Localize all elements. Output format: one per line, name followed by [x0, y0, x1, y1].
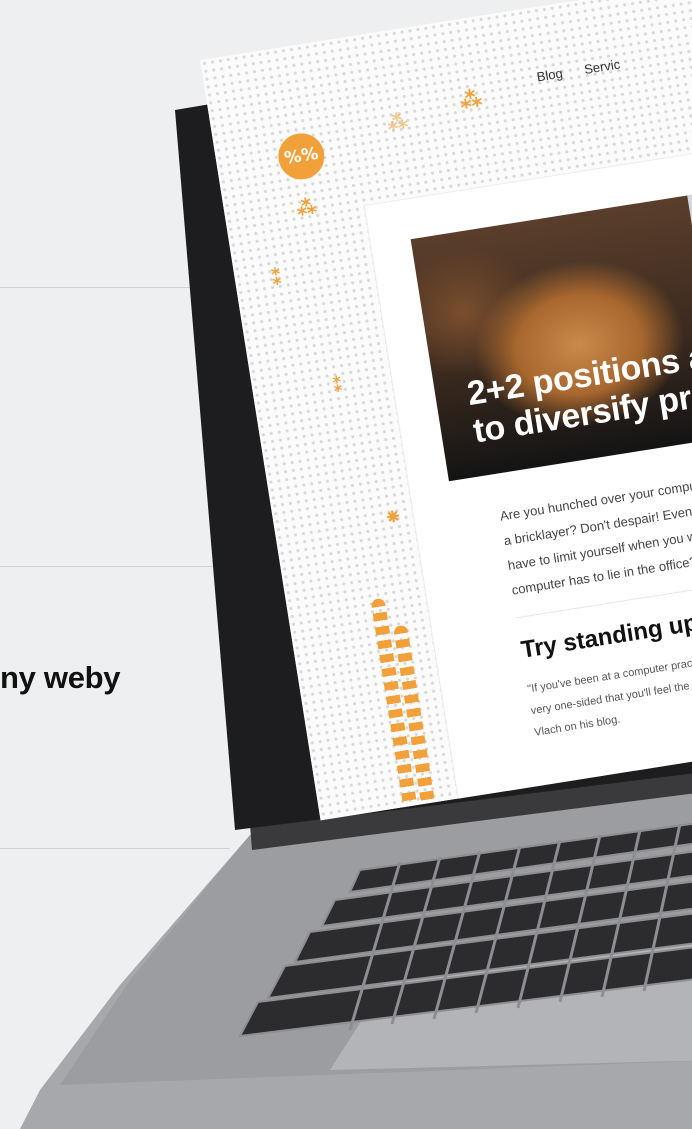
key-rows — [238, 822, 692, 1038]
keyboard — [238, 822, 692, 1038]
laptop-mockup: %% Blog Servic ⁂ ⁂ ⁂ ⁑ ⁑ ⁕ 2+2 positions… — [0, 0, 692, 1129]
